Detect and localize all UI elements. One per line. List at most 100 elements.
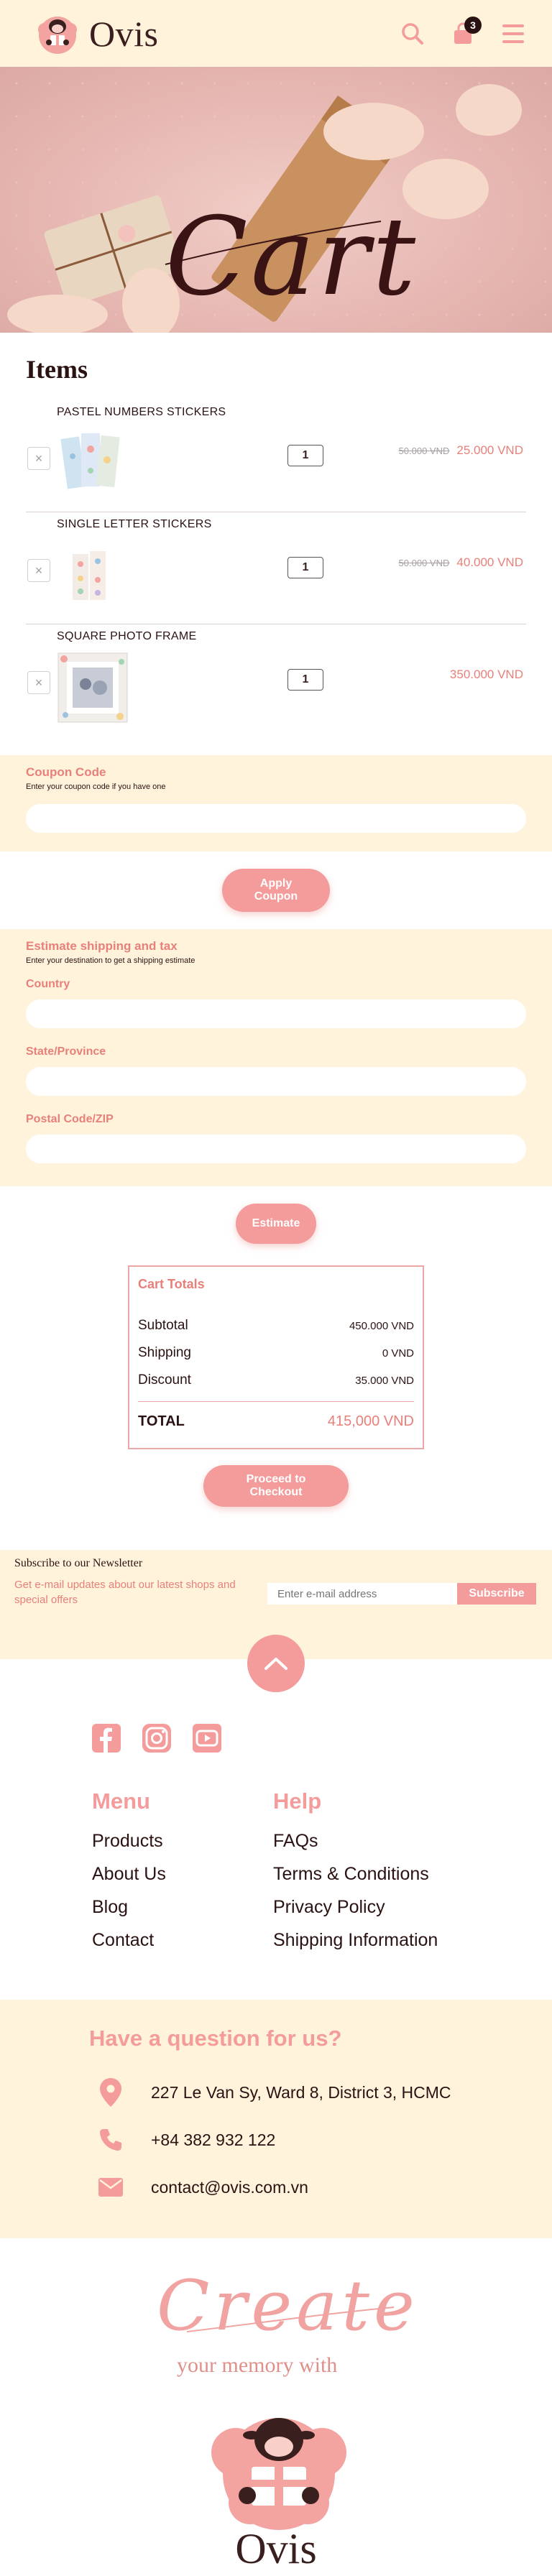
footer-columns: Menu Products About Us Blog Contact Help… (92, 1788, 552, 1957)
discount-label: Discount (138, 1372, 191, 1388)
footer-link-products[interactable]: Products (92, 1824, 273, 1857)
site-header: Ovis 3 (0, 0, 552, 67)
hero-title: Cart (165, 195, 419, 320)
contact-email-row: contact@ovis.com.vn (89, 2164, 552, 2211)
quantity-input[interactable]: 1 (288, 557, 323, 578)
newsletter-section: Subscribe to our Newsletter Get e-mail u… (0, 1550, 552, 1692)
state-label: State/Province (26, 1045, 106, 1058)
facebook-icon[interactable] (92, 1724, 121, 1753)
footer-link-faqs[interactable]: FAQs (273, 1824, 454, 1857)
product-thumbnail (60, 433, 120, 489)
cart-item: SINGLE LETTER STICKERS × 1 50.000 VND 40… (26, 512, 526, 624)
item-name: SINGLE LETTER STICKERS (57, 518, 212, 530)
contact-phone-row: +84 382 932 122 (89, 2116, 552, 2164)
total-value: 415,000 VND (327, 1413, 414, 1429)
original-price: 50.000 VND (398, 558, 450, 568)
subscribe-button[interactable]: Subscribe (457, 1583, 536, 1605)
product-thumbnail (58, 652, 128, 723)
total-label: TOTAL (138, 1413, 185, 1429)
promo-brand-name: Ovis (235, 2525, 317, 2572)
phone-icon (96, 2125, 125, 2154)
shipping-estimate-section: Estimate shipping and tax Enter your des… (0, 929, 552, 1186)
item-price-value: 350.000 VND (449, 668, 523, 681)
item-price: 50.000 VND 40.000 VND (399, 555, 523, 570)
quantity-input[interactable]: 1 (288, 445, 323, 466)
discount-value: 35.000 VND (355, 1374, 414, 1387)
country-input[interactable] (26, 1000, 526, 1028)
discount-row: Discount 35.000 VND (138, 1367, 414, 1394)
instagram-icon[interactable] (142, 1724, 171, 1753)
cart-totals-title: Cart Totals (138, 1277, 205, 1291)
newsletter-email-input[interactable] (267, 1583, 457, 1605)
proceed-to-checkout-button[interactable]: Proceed to Checkout (203, 1465, 349, 1507)
site-footer: Menu Products About Us Blog Contact Help… (0, 1659, 552, 2000)
contact-email[interactable]: contact@ovis.com.vn (151, 2178, 308, 2197)
contact-section: Have a question for us? 227 Le Van Sy, W… (0, 2000, 552, 2238)
original-price: 50.000 VND (398, 446, 450, 456)
product-thumbnail (73, 551, 106, 600)
cart-item: SQUARE PHOTO FRAME × 1 350.000 VND (26, 624, 526, 737)
total-row: TOTAL 415,000 VND (138, 1408, 414, 1435)
cart-totals: Cart Totals Subtotal 450.000 VND Shippin… (128, 1265, 424, 1449)
contact-title: Have a question for us? (89, 2026, 342, 2051)
coupon-input[interactable] (26, 804, 526, 833)
apply-coupon-button[interactable]: Apply Coupon (222, 869, 330, 912)
remove-item-button[interactable]: × (27, 447, 50, 470)
postal-input[interactable] (26, 1135, 526, 1163)
remove-item-button[interactable]: × (27, 671, 50, 694)
cart-items-section: Items PASTEL NUMBERS STICKERS × 1 50.000… (0, 333, 552, 737)
remove-item-button[interactable]: × (27, 559, 50, 582)
coupon-hint: Enter your coupon code if you have one (26, 783, 166, 791)
shipping-label: Estimate shipping and tax (26, 939, 178, 953)
sale-price: 25.000 VND (456, 443, 523, 457)
footer-link-contact[interactable]: Contact (92, 1924, 273, 1957)
footer-link-shipping[interactable]: Shipping Information (273, 1924, 454, 1957)
cart-item: PASTEL NUMBERS STICKERS × 1 50.000 VND 2… (26, 400, 526, 512)
subtotal-value: 450.000 VND (349, 1319, 414, 1332)
shipping-cost-value: 0 VND (382, 1347, 414, 1359)
cart-totals-wrapper: Cart Totals Subtotal 450.000 VND Shippin… (0, 1261, 552, 1449)
shipping-cost-label: Shipping (138, 1345, 191, 1360)
contact-phone[interactable]: +84 382 932 122 (151, 2130, 275, 2150)
footer-link-terms[interactable]: Terms & Conditions (273, 1857, 454, 1891)
location-pin-icon (96, 2078, 125, 2107)
state-input[interactable] (26, 1067, 526, 1096)
footer-menu: Menu Products About Us Blog Contact (92, 1788, 273, 1957)
newsletter-form: Subscribe (267, 1583, 536, 1605)
footer-help: Help FAQs Terms & Conditions Privacy Pol… (273, 1788, 454, 1957)
footer-link-about-us[interactable]: About Us (92, 1857, 273, 1891)
brand-promo: Create your memory with Ovis (0, 2238, 552, 2576)
footer-help-title: Help (273, 1788, 322, 1814)
shipping-row: Shipping 0 VND (138, 1339, 414, 1367)
estimate-button[interactable]: Estimate (236, 1204, 316, 1244)
estimate-actions: Estimate (0, 1186, 552, 1261)
footer-link-blog[interactable]: Blog (92, 1891, 273, 1924)
item-price: 50.000 VND 25.000 VND (399, 443, 523, 458)
brand-name: Ovis (89, 13, 159, 54)
contact-address: 227 Le Van Sy, Ward 8, District 3, HCMC (151, 2082, 451, 2102)
subtotal-row: Subtotal 450.000 VND (138, 1312, 414, 1339)
totals-divider (138, 1401, 414, 1402)
item-name: SQUARE PHOTO FRAME (57, 630, 197, 642)
newsletter-description: Get e-mail updates about our latest shop… (14, 1579, 236, 1606)
shipping-hint: Enter your destination to get a shipping… (26, 956, 196, 965)
items-title: Items (26, 355, 88, 384)
cart-icon[interactable]: 3 (450, 16, 482, 47)
social-links (92, 1724, 552, 1753)
cart-count-badge: 3 (464, 16, 482, 34)
search-icon[interactable] (400, 21, 426, 47)
postal-label: Postal Code/ZIP (26, 1113, 114, 1125)
youtube-icon[interactable] (193, 1724, 221, 1753)
quantity-input[interactable]: 1 (288, 669, 323, 691)
brand[interactable]: Ovis (34, 11, 158, 57)
menu-icon[interactable] (500, 21, 526, 47)
country-label: Country (26, 978, 70, 990)
subtotal-label: Subtotal (138, 1318, 188, 1333)
footer-link-privacy[interactable]: Privacy Policy (273, 1891, 454, 1924)
newsletter-title: Subscribe to our Newsletter (14, 1557, 143, 1569)
checkout-actions: Proceed to Checkout (0, 1449, 552, 1524)
item-name: PASTEL NUMBERS STICKERS (57, 406, 226, 418)
sale-price: 40.000 VND (456, 555, 523, 569)
ovis-sheep-logo-icon (211, 2418, 346, 2530)
item-price: 350.000 VND (450, 668, 523, 682)
